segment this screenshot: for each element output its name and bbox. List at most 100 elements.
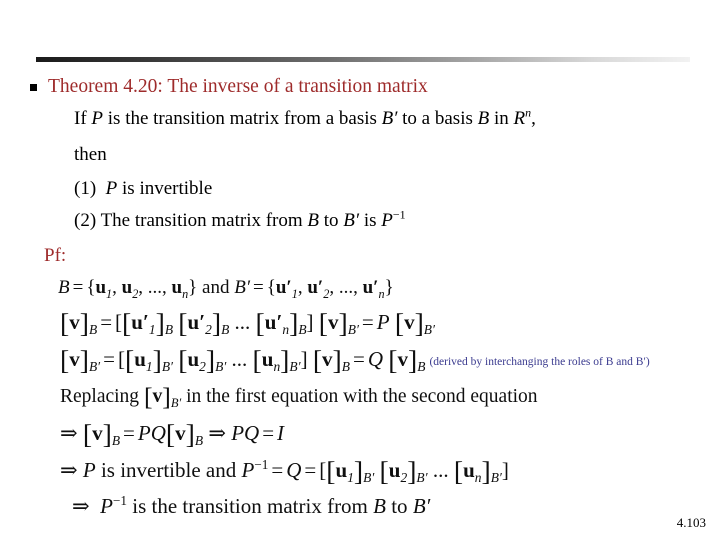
eq5-rhs-vector: [v]B [165,418,204,450]
eq2-c2-i: 2 [205,322,212,338]
eq6-ellipsis: ... [432,458,449,482]
eq6-P2: P [241,458,255,482]
item2-text-b: to [319,210,344,231]
stmt1-part-a: If [74,108,92,129]
eq5-lhs-vector: [v]B [82,418,121,450]
eq1-pu1: u′ [275,277,292,298]
eq5-PQ: PQ [137,421,166,445]
eq2-rhs-vector: [v]B′ [394,307,435,339]
proof-equation-line-1: B = {u1, u2, ..., un} and B′ = {u′1, u′2, ..… [58,277,394,301]
eq2-c1-i: 1 [148,322,156,338]
eq6-c1-i: 1 [347,470,354,486]
stmt1-part-e: , [531,108,536,129]
theorem-heading-text: Theorem 4.20: The inverse of a transitio… [48,76,428,97]
eq2-mid-vector: [v]B′ [318,307,359,339]
eq6-arrow-icon: ⇒ [60,458,78,482]
eq3-c1-u: u [134,347,146,371]
eq6-c2-sub: B′ [416,470,428,486]
eq6-P2-exponent: −1 [254,457,269,472]
eq2-col-1: [u′1]B [122,307,174,339]
eq3-rhs-vector: [v]B [388,344,426,376]
eq2-c1-u: u′ [131,310,149,334]
eq1-u2-index: 2 [132,286,139,301]
stmt1-var-B: B [477,108,490,129]
eq3-equals-2: = [353,347,365,371]
theorem-statement-line-1: If P is the transition matrix from a bas… [74,106,536,131]
eq2-v2: v [328,310,339,334]
eq6-equals-2: = [304,458,317,482]
eq2-v2-sub: B′ [347,322,359,338]
eq5-v2: v [175,421,186,445]
stmt1-part-d: in [489,108,514,129]
eq7-Bprime: B′ [412,494,431,518]
proof-equation-block: B = {u1, u2, ..., un} and B′ = {u′1, u′2, ..… [0,272,720,524]
eq3-equals: = [103,347,115,371]
eq5-v2-sub: B [194,433,204,449]
eq4-vector: [v]B′ [143,382,182,412]
item2-var-P: P [381,210,393,231]
eq5-PQ-2: PQ [231,421,260,445]
eq2-P: P [376,310,390,334]
eq3-cn-sub: B′ [289,359,301,375]
theorem-item-2: (2) The transition matrix from B to B′ i… [74,208,406,233]
eq2-v3-sub: B′ [423,322,435,338]
proof-equation-line-4: Replacing [v]B′ in the first equation wi… [60,379,720,415]
eq5-I: I [277,421,285,445]
eq6-c1-sub: B′ [363,470,375,486]
theorem-item-1: (1) P is invertible [74,176,212,201]
item2-text-a: The transition matrix from [96,210,308,231]
proof-equation-line-3: [v]B′ = [[u1]B′ [u2]B′ ... [un]B′] [v]B = Q … [60,340,720,379]
eq5-v1-sub: B [111,433,121,449]
eq1-ellipsis: ..., [147,277,167,298]
eq6-col-n: [un]B′ [453,455,502,487]
theorem-heading: Theorem 4.20: The inverse of a transitio… [30,74,428,99]
eq1-u2: u [121,277,133,298]
eq2-c2-u: u′ [187,310,206,334]
eq2-c1-sub: B [164,322,174,338]
stmt1-var-R: R [513,108,526,129]
eq1-B: B [58,277,70,298]
eq6-col-1: [u1]B′ [326,455,375,487]
eq3-lhs-vector: [v]B′ [60,344,101,376]
eq1-equals-2: = [253,277,264,298]
eq4-v-sub: B′ [170,395,182,410]
eq3-cn-u: u [261,347,274,371]
slide-number: 4.103 [676,515,706,530]
eq3-c2-sub: B′ [215,359,227,375]
stmt1-var-Bprime: B′ [381,108,398,129]
eq1-pu2: u′ [307,277,324,298]
eq5-equals: = [123,421,135,445]
eq6-c1-u: u [335,458,348,482]
eq4-text-b: in the first equation with the second eq… [181,386,538,407]
eq5-arrow-icon: ⇒ [60,421,78,445]
eq1-pu1-index: 1 [291,286,298,301]
eq3-col-n: [un]B′ [252,344,301,376]
eq3-derivation-note: (derived by interchanging the roles of B… [429,356,650,368]
proof-equation-line-5: ⇒ [v]B = PQ[v]B ⇒ PQ = I [60,415,720,452]
header-divider-rule [36,57,690,62]
eq6-Q: Q [286,458,302,482]
eq1-pun: u′ [362,277,379,298]
eq6-cn-sub: B′ [490,470,502,486]
eq2-ellipsis: ... [234,310,251,334]
eq2-cn-sub: B [298,322,307,338]
proof-equation-line-6: ⇒ P is invertible and P−1 = Q = [[u1]B′ [u2]… [60,452,720,488]
eq3-c2-u: u [187,347,200,371]
eq2-equals-2: = [361,310,374,334]
eq3-lhs-v: v [69,347,80,371]
eq3-Q: Q [367,347,384,371]
item2-exponent: −1 [392,207,406,222]
eq7-P-exponent: −1 [112,493,128,508]
square-bullet-icon [30,84,37,91]
proof-equation-line-2: [v]B = [[u′1]B [u′2]B ... [u′n]B] [v]B′ = P … [60,304,720,340]
item2-number: (2) [74,210,97,231]
item2-var-B: B [307,210,320,231]
eq7-text-b: to [385,494,413,518]
eq3-c2-i: 2 [199,359,206,375]
eq6-c2-u: u [388,458,401,482]
eq2-lhs-v: v [69,310,80,334]
eq3-lhs-sub: B′ [88,359,101,375]
eq3-col-1: [u1]B′ [124,344,173,376]
eq1-open-brace-2: { [266,277,276,298]
eq6-P: P [82,458,96,482]
